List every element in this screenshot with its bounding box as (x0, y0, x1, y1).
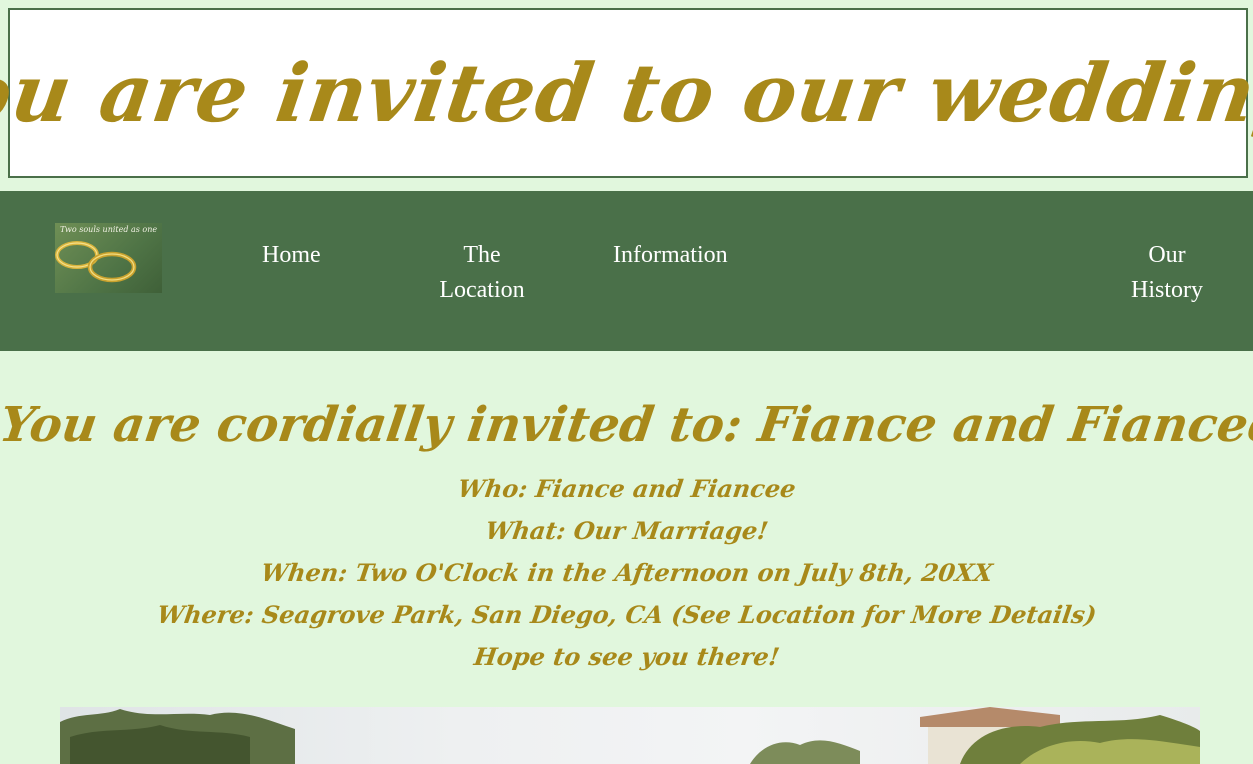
invitation-details: Who: Fiance and Fiancee What: Our Marria… (0, 470, 1253, 680)
nav-location-label-line2: Location (439, 277, 525, 303)
nav-home-link[interactable]: Home (262, 238, 321, 273)
banner-title: You are invited to our wedding! (0, 46, 1253, 140)
wedding-rings-logo[interactable]: Two souls united as one (55, 223, 162, 293)
nav-history-label-line2: History (1131, 277, 1203, 303)
invitation-banner: You are invited to our wedding! (0, 8, 1253, 178)
wedding-rings-icon (55, 241, 137, 283)
detail-what: What: Our Marriage! (483, 516, 771, 545)
nav-information-link[interactable]: Information (613, 238, 728, 273)
invitation-heading: You are cordially invited to: Fiance and… (0, 397, 1253, 453)
detail-who: Who: Fiance and Fiancee (456, 474, 798, 503)
nav-location-link[interactable]: The Location (430, 238, 534, 308)
detail-closing: Hope to see you there! (472, 642, 782, 671)
venue-photo (60, 707, 1200, 764)
logo-caption: Two souls united as one (60, 225, 158, 234)
detail-when: When: Two O'Clock in the Afternoon on Ju… (259, 558, 995, 587)
nav-history-label-line1: Our (1148, 242, 1186, 268)
nav-home-label: Home (262, 242, 321, 268)
venue-photo-image (60, 707, 1200, 764)
nav-information-label: Information (613, 242, 728, 268)
nav-history-link[interactable]: Our History (1120, 238, 1214, 308)
main-navbar: Two souls united as one Home The Locatio… (0, 191, 1253, 351)
nav-location-label-line1: The (463, 242, 501, 268)
detail-where: Where: Seagrove Park, San Diego, CA (See… (155, 600, 1099, 629)
